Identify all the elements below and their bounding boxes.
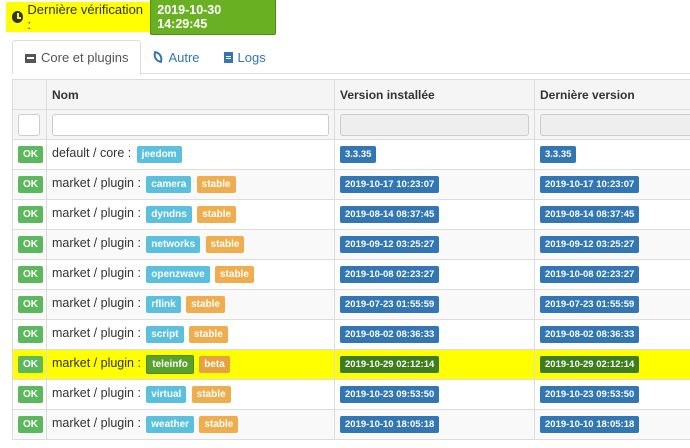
file-icon — [223, 51, 233, 63]
table-row: OK market / plugin : teleinfo beta 2019-10… — [12, 349, 690, 380]
latest-filter-input — [540, 113, 690, 136]
tab-logs[interactable]: Logs — [212, 40, 278, 74]
tab-label: Core et plugins — [41, 50, 129, 65]
table-row: OK market / plugin : rflink stable 2019-07… — [12, 289, 690, 320]
plugin-source: default / core : — [52, 146, 132, 160]
status-ok-badge: OK — [18, 146, 43, 163]
installed-version-badge: 2019-08-14 08:37:45 — [340, 206, 440, 223]
plugin-source: market / plugin : — [52, 356, 141, 370]
status-ok-badge: OK — [18, 356, 43, 373]
channel-badge: stable — [196, 176, 236, 193]
col-header-name[interactable]: Nom — [46, 79, 335, 110]
col-header-latest[interactable]: Dernière version — [534, 79, 690, 110]
plugin-id-label: teleinfo — [146, 355, 194, 374]
table-row: OK market / plugin : networks stable 2019-… — [12, 229, 690, 260]
plugin-id-label: networks — [146, 236, 201, 253]
plugin-source: market / plugin : — [52, 236, 141, 250]
installed-version-badge: 2019-10-08 02:23:27 — [340, 266, 440, 283]
last-check-timestamp: 2019-10-30 14:29:45 — [150, 0, 276, 35]
installed-version-badge: 3.3.35 — [340, 146, 377, 163]
installed-version-badge: 2019-10-17 10:23:07 — [340, 176, 440, 193]
installed-version-badge: 2019-10-10 18:05:18 — [340, 416, 440, 433]
channel-badge: stable — [188, 326, 228, 343]
latest-version-badge: 2019-08-02 08:36:33 — [540, 326, 640, 343]
table-header-row: Nom Version installée Dernière version — [12, 79, 690, 110]
plugin-source: market / plugin : — [52, 386, 141, 400]
tab-label: Logs — [237, 49, 266, 65]
status-filter-box[interactable] — [18, 113, 40, 136]
col-header-installed[interactable]: Version installée — [334, 79, 535, 110]
channel-badge: stable — [191, 386, 231, 403]
table-row: OK market / plugin : weather stable 2019-1… — [12, 409, 690, 440]
plugin-id-label: openzwave — [146, 266, 210, 283]
tab-bar: Core et plugins Autre Logs — [12, 40, 690, 75]
latest-version-badge: 2019-10-17 10:23:07 — [540, 176, 640, 193]
tab-label: Autre — [168, 49, 200, 65]
status-ok-badge: OK — [18, 236, 43, 253]
table-body: OK default / core : jeedom 3.3.35 3.3.35 OK m… — [12, 139, 690, 440]
installed-filter-input — [340, 113, 529, 136]
latest-version-badge: 2019-08-14 08:37:45 — [540, 206, 640, 223]
installed-version-badge: 2019-08-02 08:36:33 — [340, 326, 440, 343]
table-row: OK default / core : jeedom 3.3.35 3.3.35 — [12, 139, 690, 170]
status-ok-badge: OK — [18, 176, 43, 193]
channel-badge: stable — [214, 266, 254, 283]
plugin-source: market / plugin : — [52, 176, 141, 190]
status-ok-badge: OK — [18, 266, 43, 283]
installed-version-badge: 2019-10-29 02:12:14 — [340, 356, 440, 373]
channel-badge: stable — [199, 416, 239, 433]
last-check-label: Dernière vérification : — [27, 2, 144, 32]
tab-core-plugins[interactable]: Core et plugins — [12, 40, 142, 75]
feather-icon — [152, 50, 165, 64]
status-ok-badge: OK — [18, 206, 43, 223]
col-header-status — [12, 79, 47, 110]
plugin-source: market / plugin : — [52, 326, 141, 340]
status-ok-badge: OK — [18, 326, 43, 343]
status-ok-badge: OK — [18, 296, 43, 313]
plugin-source: market / plugin : — [52, 266, 141, 280]
filter-row — [12, 109, 690, 140]
name-filter-input[interactable] — [52, 113, 329, 136]
plugin-source: market / plugin : — [52, 416, 141, 430]
channel-badge: stable — [186, 296, 225, 313]
plugin-source: market / plugin : — [52, 206, 141, 220]
tab-autre[interactable]: Autre — [141, 40, 211, 74]
table-row: OK market / plugin : camera stable 2019-10… — [12, 169, 690, 200]
channel-badge: beta — [199, 356, 230, 373]
latest-version-badge: 2019-10-10 18:05:18 — [540, 416, 640, 433]
plugin-id-label: jeedom — [136, 146, 182, 163]
status-ok-badge: OK — [18, 416, 43, 433]
plugin-id-label: weather — [146, 416, 195, 433]
plugin-id-label: virtual — [146, 386, 187, 403]
plugin-source: market / plugin : — [52, 296, 141, 310]
plugin-id-label: script — [146, 326, 184, 343]
table-row: OK market / plugin : openzwave stable 2019… — [12, 259, 690, 290]
last-check-bar: Dernière vérification : 2019-10-30 14:29… — [6, 0, 276, 35]
table-row: OK market / plugin : virtual stable 2019-1… — [12, 379, 690, 410]
latest-version-badge: 2019-10-29 02:12:14 — [540, 356, 640, 373]
table-row: OK market / plugin : script stable 2019-08… — [12, 319, 690, 350]
clock-icon — [12, 11, 24, 23]
latest-version-badge: 2019-10-08 02:23:27 — [540, 266, 640, 283]
channel-badge: stable — [205, 236, 245, 253]
status-ok-badge: OK — [18, 386, 43, 403]
channel-badge: stable — [197, 206, 237, 223]
installed-version-badge: 2019-09-12 03:25:27 — [340, 236, 440, 253]
table-row: OK market / plugin : dyndns stable 2019-08… — [12, 199, 690, 230]
latest-version-badge: 2019-07-23 01:55:59 — [540, 296, 640, 313]
plugin-id-label: dyndns — [146, 206, 192, 223]
installed-version-badge: 2019-07-23 01:55:59 — [340, 296, 440, 313]
latest-version-badge: 3.3.35 — [540, 146, 577, 163]
latest-version-badge: 2019-09-12 03:25:27 — [540, 236, 640, 253]
archive-icon — [25, 54, 36, 63]
latest-version-badge: 2019-10-23 09:53:50 — [540, 386, 640, 403]
plugin-id-label: camera — [146, 176, 192, 193]
update-table: Nom Version installée Dernière version O… — [12, 79, 690, 440]
installed-version-badge: 2019-10-23 09:53:50 — [340, 386, 440, 403]
plugin-id-label: rflink — [146, 296, 181, 313]
